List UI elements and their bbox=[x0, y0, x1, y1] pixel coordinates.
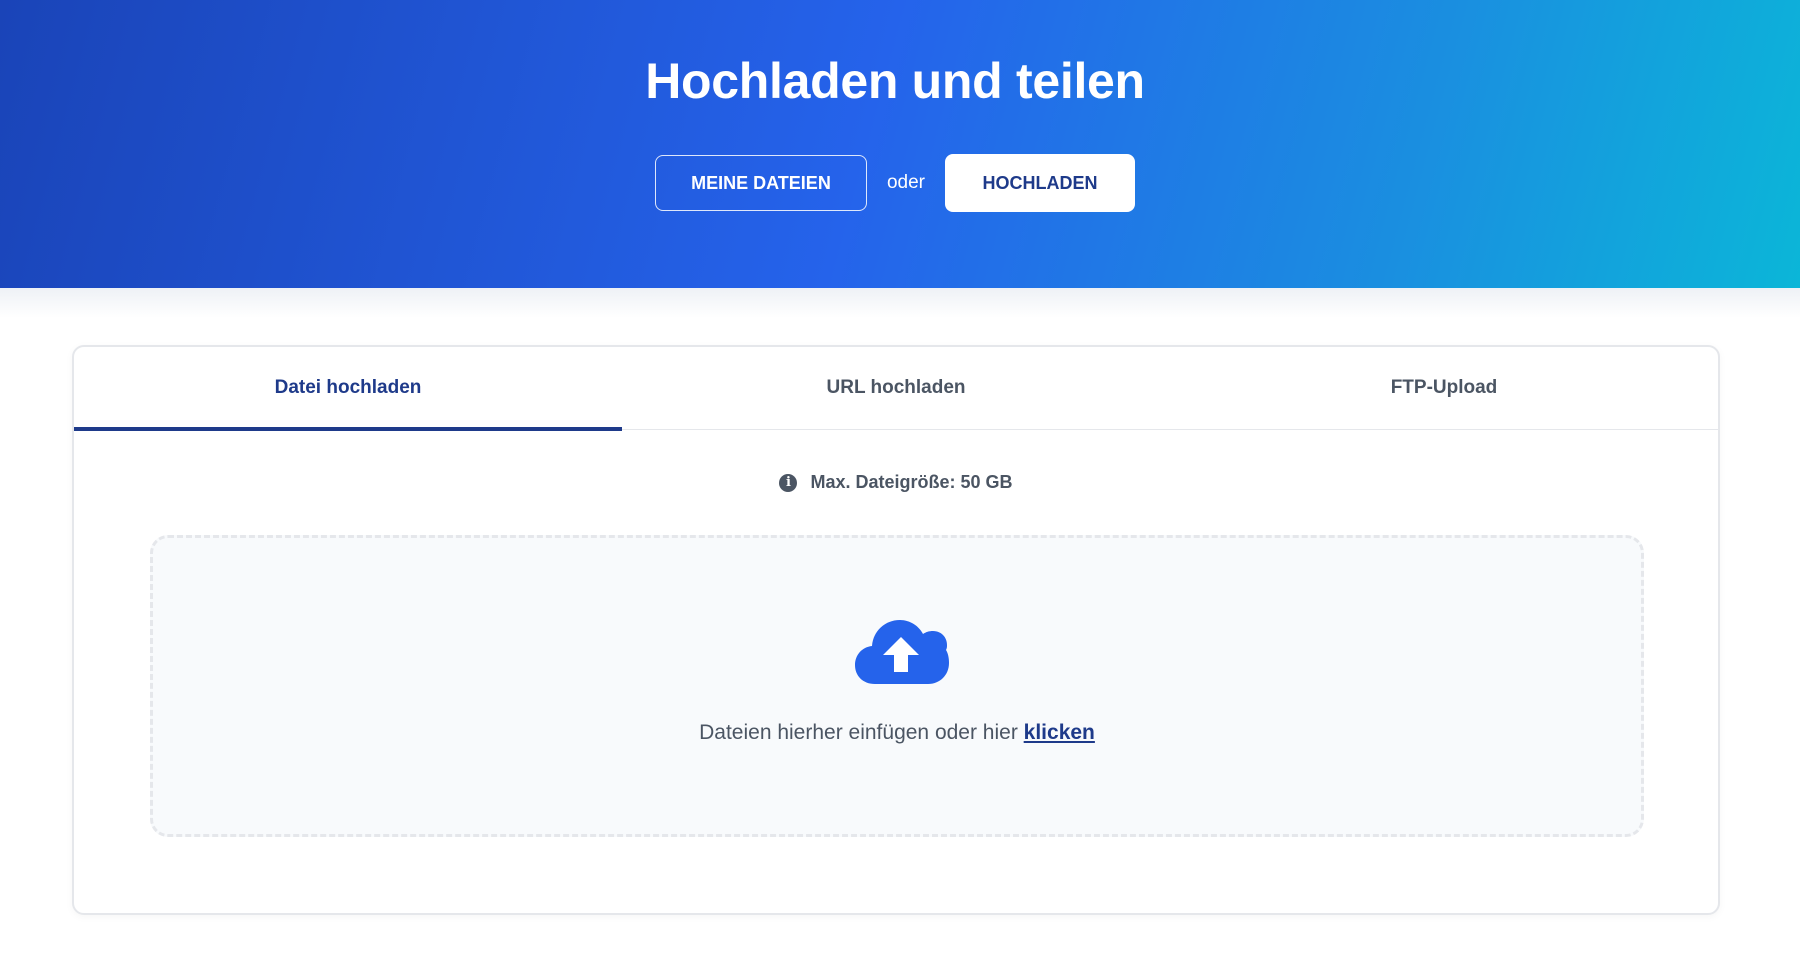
info-icon: i bbox=[779, 473, 798, 492]
max-size-label: Max. Dateigröße: 50 GB bbox=[810, 472, 1013, 492]
drop-text: Dateien hierher einfügen oder hier bbox=[699, 721, 1018, 744]
upload-card: Datei hochladen URL hochladen FTP-Upload… bbox=[72, 345, 1720, 915]
my-files-button[interactable]: MEINE DATEIEN bbox=[654, 155, 867, 211]
drop-instructions: Dateien hierher einfügen oder hier klick… bbox=[153, 721, 1641, 745]
page-title: Hochladen und teilen bbox=[645, 53, 1145, 109]
tab-ftp-upload-label: FTP-Upload bbox=[1390, 377, 1498, 398]
tab-url-upload-label: URL hochladen bbox=[826, 377, 966, 398]
cloud-upload-icon bbox=[855, 620, 949, 684]
hero-actions: MEINE DATEIEN oder HOCHLADEN bbox=[0, 154, 1790, 212]
tab-url-upload[interactable]: URL hochladen bbox=[622, 347, 1170, 429]
max-size-info: i Max. Dateigröße: 50 GB bbox=[74, 472, 1718, 493]
upload-button[interactable]: HOCHLADEN bbox=[945, 154, 1136, 212]
file-dropzone[interactable]: Dateien hierher einfügen oder hier klick… bbox=[150, 535, 1644, 837]
or-separator: oder bbox=[886, 172, 926, 193]
upload-tabs: Datei hochladen URL hochladen FTP-Upload bbox=[74, 347, 1718, 431]
hero-shadow bbox=[0, 288, 1800, 318]
hero-banner: Hochladen und teilen MEINE DATEIEN oder … bbox=[0, 0, 1800, 288]
click-link[interactable]: klicken bbox=[1024, 721, 1095, 744]
tab-ftp-upload[interactable]: FTP-Upload bbox=[1170, 347, 1718, 429]
tab-file-upload-label: Datei hochladen bbox=[274, 377, 422, 398]
tab-file-upload[interactable]: Datei hochladen bbox=[74, 347, 622, 431]
